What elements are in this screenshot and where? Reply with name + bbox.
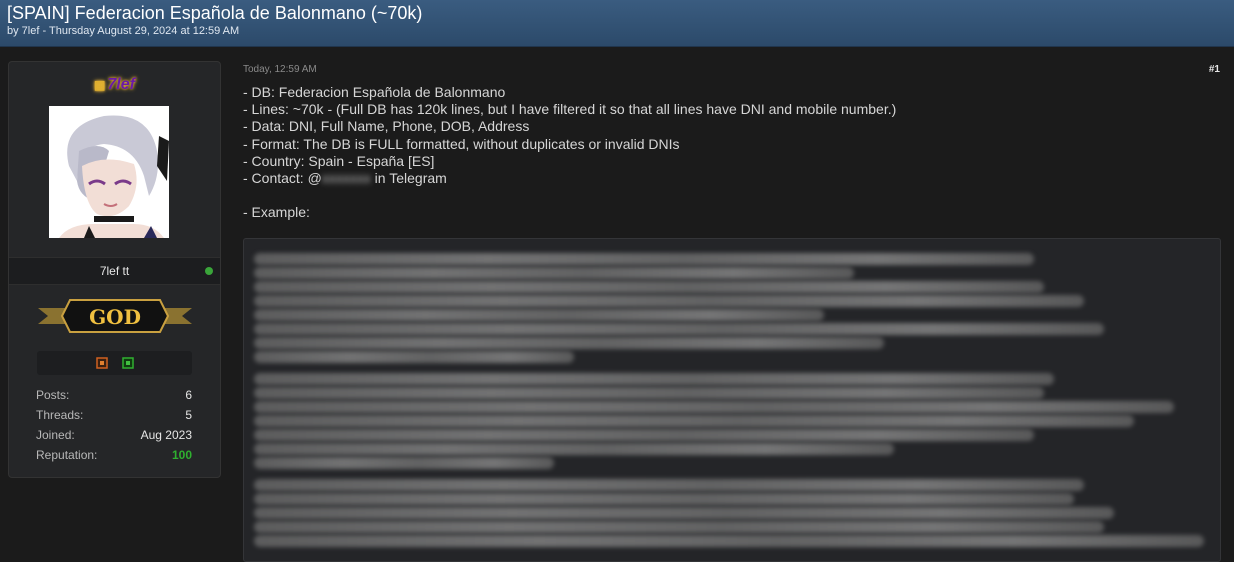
post-line: - DB: Federacion Española de Balonmano (243, 84, 506, 100)
post-contact-line: - Contact: @xxxxxxx in Telegram (243, 170, 896, 187)
award-icon[interactable] (96, 357, 108, 369)
stat-value: 5 (185, 408, 192, 422)
stat-label: Posts: (36, 388, 70, 402)
redacted-code-line (254, 507, 1114, 519)
online-status-icon (205, 267, 213, 275)
reputation-value[interactable]: 100 (172, 448, 192, 462)
rank-badge: GOD (38, 299, 192, 333)
user-title: 7lef tt (99, 264, 130, 278)
redacted-code-line (254, 253, 1034, 265)
redacted-code-line (254, 429, 1034, 441)
user-title-bar: 7lef tt (9, 257, 220, 285)
redacted-code-line (254, 535, 1204, 547)
thread-byline[interactable]: by 7lef - Thursday August 29, 2024 at 12… (7, 25, 239, 37)
redacted-code-line (254, 337, 884, 349)
redacted-code-line (254, 323, 1104, 335)
stat-label: Threads: (36, 408, 84, 422)
redacted-code-line (254, 387, 1044, 399)
example-label: - Example: (243, 204, 310, 221)
redacted-code-line (254, 415, 1134, 427)
username-link[interactable]: ▦ 7lef (9, 76, 220, 94)
stat-joined: Joined: Aug 2023 (36, 428, 192, 442)
avatar[interactable] (49, 106, 169, 238)
redacted-code-line (254, 373, 1054, 385)
contact-suffix: in Telegram (370, 169, 447, 186)
redacted-code-line (254, 457, 554, 469)
post-date: Today, 12:59 AM (243, 64, 317, 75)
redacted-code-line (254, 295, 1084, 307)
redacted-code-line (254, 401, 1174, 413)
redacted-code-line (254, 443, 894, 455)
post-spacer (243, 187, 896, 204)
stat-label: Reputation: (36, 448, 98, 462)
thread-title: [SPAIN] Federacion Española de Balonmano… (7, 3, 423, 23)
stat-value: 6 (185, 388, 192, 402)
redacted-code-line (254, 309, 824, 321)
post-line: - Data: DNI, Full Name, Phone, DOB, Addr… (243, 118, 530, 135)
redacted-code-line (254, 479, 1084, 491)
stat-label: Joined: (36, 428, 75, 442)
username-text: 7lef (107, 76, 135, 93)
redacted-code-line (254, 267, 854, 279)
post-number-link[interactable]: #1 (1209, 64, 1220, 75)
awards-bar (37, 351, 192, 375)
post-line: - Country: Spain - España [ES] (243, 152, 435, 169)
post-line: - Lines: ~70k - (Full DB has 120k lines,… (243, 101, 897, 118)
contact-prefix: - Contact: @ (243, 169, 322, 186)
redacted-code-line (254, 521, 1104, 533)
stat-value: Aug 2023 (140, 428, 192, 442)
stat-posts: Posts: 6 (36, 388, 192, 402)
contact-handle-redacted: xxxxxxx (321, 169, 371, 186)
redacted-code-line (254, 493, 1074, 505)
post-body: - DB: Federacion Española de Balonmano -… (243, 84, 896, 222)
stat-reputation: Reputation: 100 (36, 448, 192, 462)
user-panel: ▦ 7lef 7lef tt GOD Posts: 6 Threads: 5 J… (8, 61, 221, 478)
rank-badge-text: GOD (89, 305, 141, 329)
award-icon[interactable] (122, 357, 134, 369)
redacted-code-line (254, 281, 1044, 293)
example-codebox[interactable] (243, 238, 1221, 562)
post-line: - Format: The DB is FULL formatted, with… (243, 135, 680, 152)
stat-threads: Threads: 5 (36, 408, 192, 422)
username-decoration-icon: ▦ (94, 78, 106, 92)
thread-header: [SPAIN] Federacion Española de Balonmano… (0, 0, 1234, 47)
redacted-code-line (254, 351, 574, 363)
